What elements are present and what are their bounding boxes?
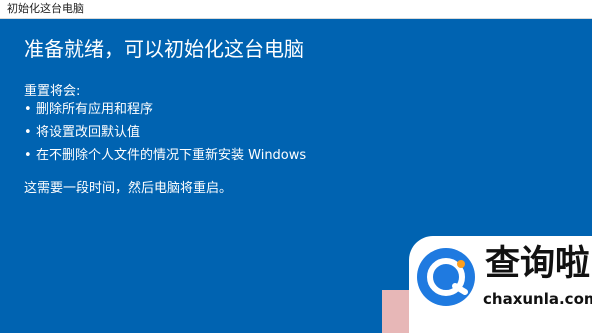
- reset-content: 准备就绪，可以初始化这台电脑 重置将会: • 删除所有应用和程序 • 将设置改回默认…: [24, 36, 306, 196]
- reset-action-list: • 删除所有应用和程序 • 将设置改回默认值 • 在不删除个人文件的情况下重新安装 W…: [24, 98, 306, 167]
- list-item-text: 将设置改回默认值: [36, 125, 141, 140]
- reset-intro-text: 重置将会:: [24, 84, 81, 99]
- watermark-brand: 查询啦: [485, 244, 591, 284]
- list-item: • 删除所有应用和程序: [24, 98, 306, 121]
- watermark: 查询啦 chaxunla.com: [409, 236, 592, 333]
- reset-pc-window: 初始化这台电脑 准备就绪，可以初始化这台电脑 重置将会: • 删除所有应用和程序 …: [0, 0, 592, 333]
- watermark-domain: chaxunla.com: [483, 290, 592, 308]
- title-bar[interactable]: 初始化这台电脑: [0, 0, 592, 19]
- window-title: 初始化这台电脑: [7, 2, 84, 15]
- restart-note: 这需要一段时间，然后电脑将重启。: [24, 181, 233, 196]
- bullet-icon: •: [24, 102, 32, 117]
- list-item-text: 删除所有应用和程序: [36, 102, 154, 117]
- list-item: • 将设置改回默认值: [24, 121, 306, 144]
- watermark-logo-icon: [417, 248, 475, 306]
- list-item: • 在不删除个人文件的情况下重新安装 Windows: [24, 144, 306, 167]
- page-title: 准备就绪，可以初始化这台电脑: [24, 37, 304, 61]
- bullet-icon: •: [24, 148, 32, 163]
- list-item-text: 在不删除个人文件的情况下重新安装 Windows: [36, 148, 307, 163]
- bullet-icon: •: [24, 125, 32, 140]
